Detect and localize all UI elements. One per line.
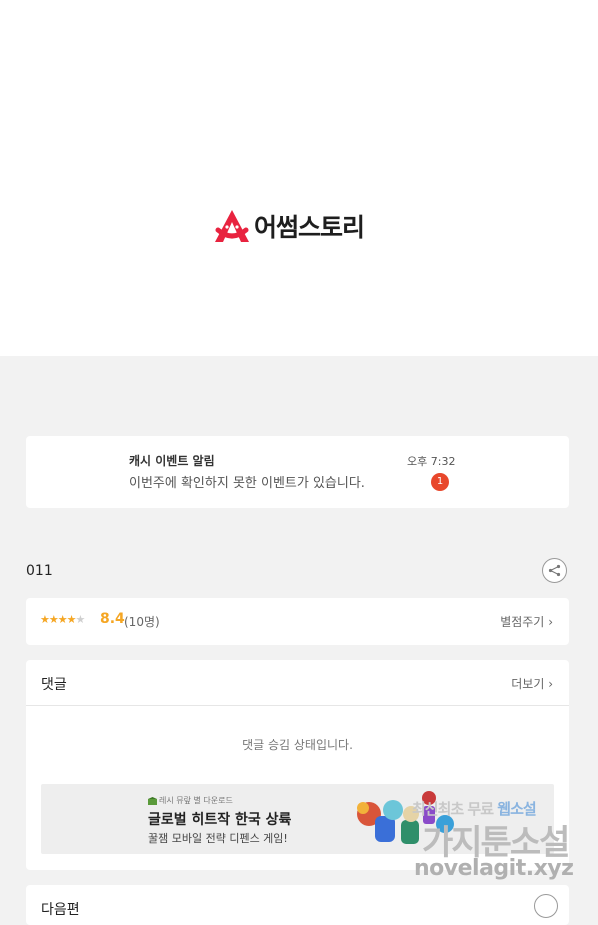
brand-name: 어썸스토리 — [254, 213, 365, 242]
brand-logo-icon — [215, 210, 249, 242]
rate-button[interactable]: 별점주기 › — [500, 613, 553, 630]
comments-pending-text: 댓글 승김 상태입니다. — [242, 738, 353, 752]
rating-card: ★★★★★ 8.4 (10명) 별점주기 › — [26, 598, 569, 645]
watermark-url: novelagit.xyz — [414, 856, 574, 881]
comments-more-label: 더보기 — [511, 677, 545, 691]
ad-headline: 글로벌 히트작 한국 상륙 — [148, 812, 292, 828]
rating-stars: ★★★★★ — [40, 613, 85, 626]
ad-small-text: 레시 뮤랖 별 다운로드 — [148, 795, 233, 806]
ad-subline: 꿀잼 모바일 전략 디펜스 게임! — [148, 832, 288, 845]
notification-message: 이번주에 확인하지 못한 이벤트가 있습니다. — [129, 476, 365, 491]
rating-score: 8.4 — [100, 611, 125, 627]
chevron-right-icon: › — [548, 615, 553, 629]
notification-card[interactable]: 캐시 이벤트 알림 이번주에 확인하지 못한 이벤트가 있습니다. 오후 7:3… — [26, 436, 569, 508]
share-icon — [548, 564, 561, 577]
ad-small-label: 레시 뮤랖 별 다운로드 — [159, 796, 233, 805]
notification-title: 캐시 이벤트 알림 — [129, 454, 215, 468]
comments-more-button[interactable]: 더보기 › — [511, 675, 553, 692]
episode-title: 011 — [26, 563, 53, 579]
rate-button-label: 별점주기 — [500, 615, 545, 629]
notification-time: 오후 7:32 — [407, 455, 456, 468]
next-episode-title: 다음편 — [41, 902, 80, 918]
comments-title: 댓글 — [41, 677, 67, 693]
rating-count: (10명) — [124, 615, 160, 629]
comments-header: 댓글 더보기 › — [26, 660, 569, 706]
cover-area: 어썸스토리 — [0, 0, 598, 356]
notification-badge: 1 — [431, 473, 449, 491]
brand-logo: 어썸스토리 — [212, 208, 365, 244]
next-episode-card[interactable]: 다음편 — [26, 885, 569, 925]
game-icon — [148, 796, 157, 805]
star-filled-icons: ★★★★ — [40, 613, 76, 626]
chevron-right-icon: › — [548, 677, 553, 691]
star-empty-icon: ★ — [75, 613, 85, 626]
next-episode-icon — [534, 894, 558, 918]
share-button[interactable] — [542, 558, 567, 583]
